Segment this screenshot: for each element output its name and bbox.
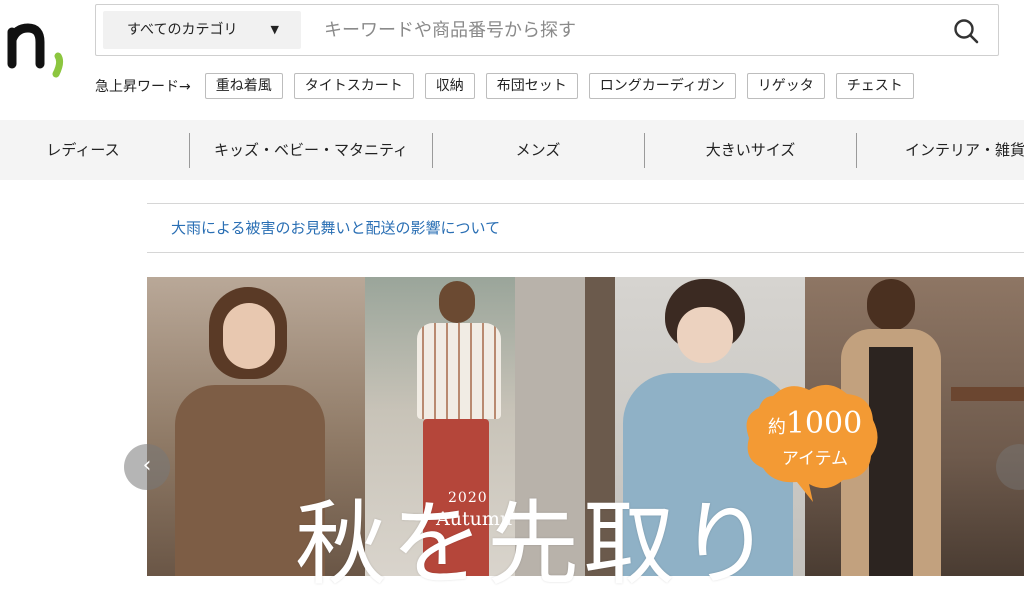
chevron-down-icon: ▼ [270, 23, 279, 36]
notice-bar: 大雨による被害のお見舞いと配送の影響について [147, 203, 1024, 253]
trending-tag[interactable]: 収納 [424, 73, 475, 99]
trending-tag[interactable]: 布団セット [485, 73, 578, 99]
search-input[interactable] [324, 13, 924, 47]
banner-headline: 秋を先取り [295, 491, 776, 598]
nav-item-interior-goods[interactable]: インテリア・雑貨 [880, 120, 1024, 180]
trending-tag[interactable]: タイトスカート [293, 73, 414, 99]
category-select-label: すべてのカテゴリ [127, 22, 238, 38]
badge-prefix: 約 [767, 417, 786, 438]
notice-link[interactable]: 大雨による被害のお見舞いと配送の影響について [171, 204, 500, 252]
chevron-left-icon: ‹ [142, 453, 152, 478]
nav-item-ladies[interactable]: レディース [0, 120, 166, 180]
nav-item-mens[interactable]: メンズ [433, 120, 643, 180]
trending-label: 急上昇ワード→ [95, 79, 191, 95]
badge-count: 約1000 [760, 406, 870, 441]
site-logo[interactable] [6, 18, 70, 78]
badge-suffix: アイテム [781, 449, 849, 469]
nav-item-large-sizes[interactable]: 大きいサイズ [645, 120, 856, 180]
category-nav: レディース キッズ・ベビー・マタニティ メンズ 大きいサイズ インテリア・雑貨 [0, 120, 1024, 180]
trending-tag[interactable]: ロングカーディガン [588, 73, 736, 99]
nav-divider [856, 133, 857, 168]
carousel-prev-button[interactable]: ‹ [124, 444, 170, 490]
search-icon[interactable] [952, 17, 980, 45]
search-bar: すべてのカテゴリ ▼ [95, 4, 999, 56]
badge-bubble-icon [746, 384, 878, 502]
trending-tag[interactable]: チェスト [835, 73, 914, 99]
trending-words: 急上昇ワード→ 重ね着風 タイトスカート 収納 布団セット ロングカーディガン … [95, 72, 925, 100]
trending-tag[interactable]: リゲッタ [746, 73, 825, 99]
trending-tag[interactable]: 重ね着風 [204, 73, 283, 99]
badge-number: 1000 [785, 406, 863, 441]
category-select[interactable]: すべてのカテゴリ ▼ [103, 11, 301, 49]
nav-item-kids-baby-maternity[interactable]: キッズ・ベビー・マタニティ [190, 120, 432, 180]
